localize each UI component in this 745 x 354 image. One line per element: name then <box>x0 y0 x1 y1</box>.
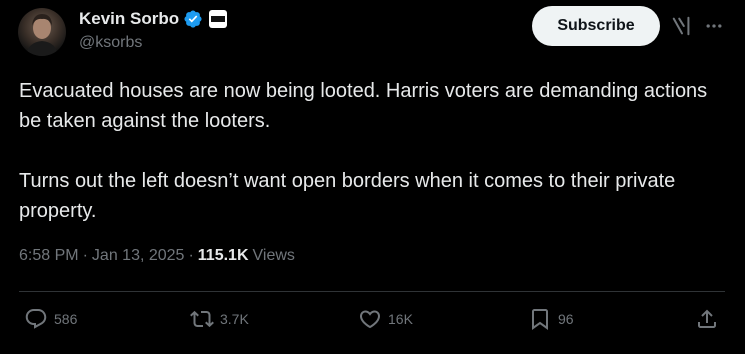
reply-button[interactable]: 586 <box>24 307 77 331</box>
affiliate-badge-icon[interactable] <box>209 10 228 28</box>
tweet-time[interactable]: 6:58 PM <box>19 247 79 265</box>
divider <box>19 291 725 292</box>
meta-separator: · <box>188 247 194 264</box>
retweet-button[interactable]: 3.7K <box>190 307 249 331</box>
like-icon <box>358 307 382 331</box>
retweet-count: 3.7K <box>220 311 249 327</box>
views-count[interactable]: 115.1K <box>198 247 249 265</box>
author-name-row: Kevin Sorbo <box>79 9 228 29</box>
author-handle[interactable]: @ksorbs <box>79 34 142 52</box>
views-label: Views <box>252 247 295 264</box>
tweet: Kevin Sorbo @ksorbs Subscribe Evacuated … <box>0 0 745 354</box>
tweet-text: Evacuated houses are now being looted. H… <box>19 80 708 222</box>
share-button[interactable] <box>695 307 719 331</box>
reply-count: 586 <box>54 311 78 327</box>
subscribe-button[interactable]: Subscribe <box>532 6 660 46</box>
reply-icon <box>24 307 48 331</box>
author-name[interactable]: Kevin Sorbo <box>79 9 179 29</box>
bookmark-icon <box>528 307 552 331</box>
grok-icon[interactable] <box>671 15 693 37</box>
tweet-date[interactable]: Jan 13, 2025 <box>92 247 185 265</box>
like-button[interactable]: 16K <box>358 307 413 331</box>
retweet-icon <box>190 307 214 331</box>
bookmark-count: 96 <box>558 311 574 327</box>
verified-badge-icon[interactable] <box>183 9 203 29</box>
like-count: 16K <box>388 311 413 327</box>
more-icon[interactable] <box>704 16 724 36</box>
meta-separator: · <box>82 247 88 264</box>
tweet-meta: 6:58 PM · Jan 13, 2025 · 115.1K Views <box>19 247 295 265</box>
avatar[interactable] <box>18 8 66 56</box>
bookmark-button[interactable]: 96 <box>528 307 574 331</box>
share-icon <box>695 307 719 331</box>
